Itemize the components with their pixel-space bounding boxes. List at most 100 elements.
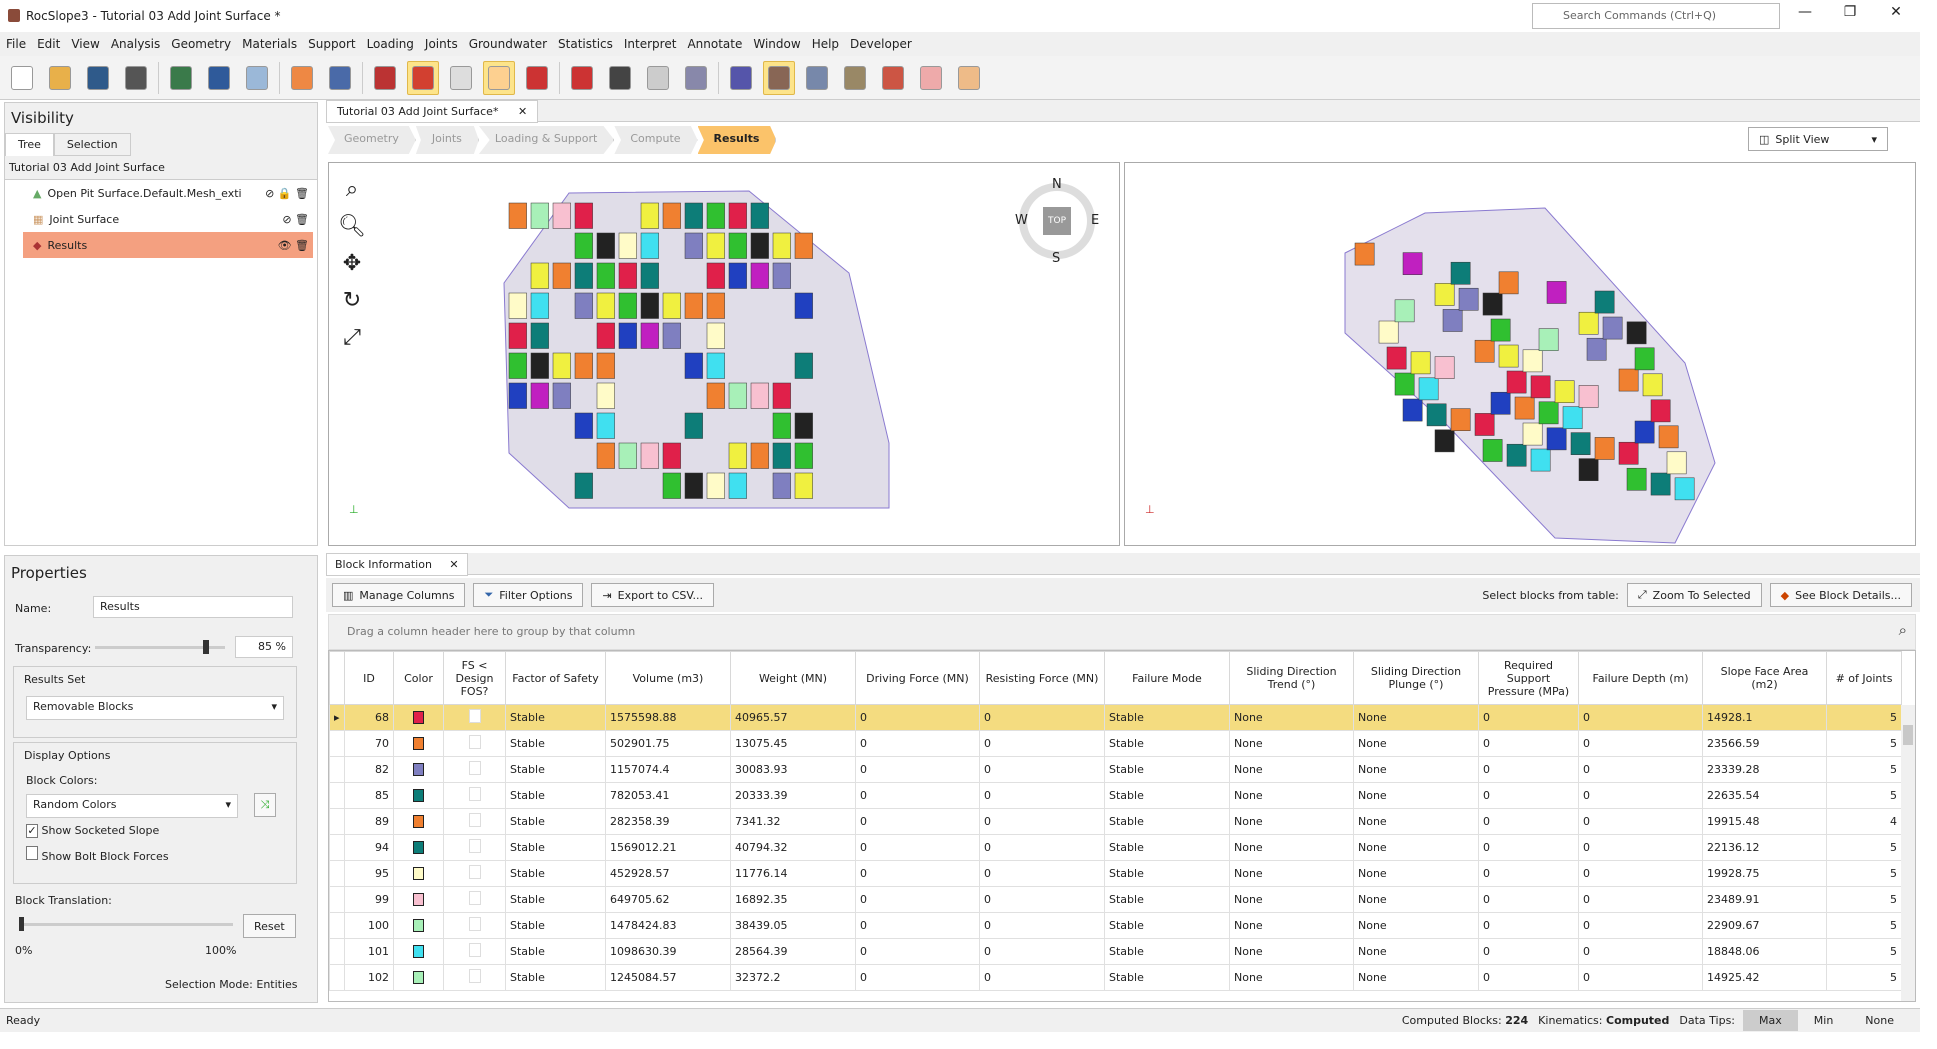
result-block[interactable]	[1522, 349, 1543, 373]
block-info-button[interactable]	[763, 60, 795, 95]
result-block[interactable]	[596, 352, 615, 379]
workflow-step-geometry[interactable]: Geometry	[328, 126, 416, 154]
result-block[interactable]	[750, 262, 769, 289]
result-block[interactable]	[794, 292, 813, 319]
transparency-spinner[interactable]: 85 %	[235, 636, 293, 658]
result-block[interactable]	[1490, 318, 1511, 342]
data-tips-min[interactable]: Min	[1798, 1010, 1850, 1031]
export-csv-button[interactable]: ⇥ Export to CSV...	[591, 583, 714, 607]
result-block[interactable]	[530, 292, 549, 319]
arrow-disabled-button[interactable]	[953, 61, 985, 95]
table-row[interactable]: 89 Stable 282358.39 7341.32 0 0 Stable None None…	[329, 808, 1902, 835]
result-block[interactable]	[574, 352, 593, 379]
result-block[interactable]	[596, 442, 615, 469]
row-selector[interactable]	[329, 886, 345, 913]
image-export-button[interactable]	[324, 61, 356, 95]
menu-interpret[interactable]: Interpret	[624, 37, 677, 51]
result-block[interactable]	[1642, 373, 1663, 397]
result-block[interactable]	[574, 232, 593, 259]
result-block[interactable]	[1394, 372, 1415, 396]
result-block[interactable]	[1474, 413, 1495, 436]
result-block[interactable]	[772, 472, 791, 499]
menu-file[interactable]: File	[6, 37, 26, 51]
result-block[interactable]	[1386, 346, 1407, 370]
deselect-button[interactable]	[566, 61, 598, 95]
result-block[interactable]	[508, 352, 527, 379]
result-block[interactable]	[1402, 398, 1423, 422]
workflow-step-compute[interactable]: Compute	[614, 126, 698, 154]
box-select-button[interactable]	[483, 60, 515, 95]
column-header[interactable]: Color	[393, 651, 444, 705]
menu-geometry[interactable]: Geometry	[171, 37, 231, 51]
result-block[interactable]	[772, 232, 791, 259]
result-block[interactable]	[508, 382, 527, 409]
fs-checkbox[interactable]	[468, 787, 481, 801]
open-folder-button[interactable]	[44, 61, 76, 95]
result-block[interactable]	[706, 322, 725, 349]
menu-edit[interactable]: Edit	[37, 37, 60, 51]
result-block[interactable]	[1634, 347, 1655, 371]
result-block[interactable]	[1498, 271, 1519, 295]
result-block[interactable]	[706, 352, 725, 379]
result-block[interactable]	[596, 292, 615, 319]
result-block[interactable]	[1506, 443, 1527, 467]
delete-block-button[interactable]	[915, 61, 947, 95]
result-block[interactable]	[684, 352, 703, 379]
result-block[interactable]	[574, 412, 593, 439]
undo-button[interactable]	[203, 61, 235, 95]
result-block[interactable]	[794, 232, 813, 259]
result-block[interactable]	[530, 262, 549, 289]
result-block[interactable]	[772, 442, 791, 469]
visibility-eye-icon[interactable]: 👁 🗑	[278, 239, 309, 252]
result-block[interactable]	[1434, 283, 1455, 306]
result-block[interactable]	[794, 352, 813, 379]
result-block[interactable]	[1650, 399, 1671, 423]
menu-annotate[interactable]: Annotate	[687, 37, 742, 51]
results-set-dropdown[interactable]: Removable Blocks ▾	[26, 696, 284, 720]
result-block[interactable]	[552, 352, 571, 379]
visibility-hidden-icon[interactable]: ⊘ 🗑	[282, 213, 309, 226]
result-block[interactable]	[596, 382, 615, 409]
result-block[interactable]	[596, 262, 615, 289]
result-block[interactable]	[684, 412, 703, 439]
tab-tree[interactable]: Tree	[5, 133, 54, 156]
column-header[interactable]: Failure Mode	[1104, 651, 1230, 705]
close-icon[interactable]: ✕	[449, 558, 458, 571]
result-block[interactable]	[750, 382, 769, 409]
search-commands-input[interactable]: Search Commands (Ctrl+Q)	[1532, 3, 1780, 29]
block-move-button[interactable]	[839, 61, 871, 95]
result-block[interactable]	[552, 262, 571, 289]
menu-window[interactable]: Window	[753, 37, 800, 51]
workflow-step-loading-support[interactable]: Loading & Support	[478, 126, 615, 154]
data-tips-none[interactable]: None	[1849, 1010, 1920, 1031]
result-block[interactable]	[728, 202, 747, 229]
column-header[interactable]: Volume (m3)	[605, 651, 731, 705]
fs-checkbox[interactable]	[468, 969, 481, 983]
row-selector[interactable]	[329, 912, 345, 939]
result-block[interactable]	[1442, 309, 1463, 332]
column-header[interactable]: ID	[344, 651, 394, 705]
result-block[interactable]	[1650, 472, 1671, 496]
document-tab[interactable]: Tutorial 03 Add Joint Surface* ✕	[326, 100, 539, 123]
fs-checkbox[interactable]	[468, 839, 481, 853]
result-block[interactable]	[662, 442, 681, 469]
result-block[interactable]	[640, 322, 659, 349]
fs-checkbox[interactable]	[468, 917, 481, 931]
result-block[interactable]	[574, 472, 593, 499]
result-block[interactable]	[1530, 375, 1551, 399]
report-button[interactable]	[165, 61, 197, 95]
result-block[interactable]	[1538, 401, 1559, 425]
workflow-step-results[interactable]: Results	[697, 126, 777, 154]
table-row[interactable]: 70 Stable 502901.75 13075.45 0 0 Stable None Non…	[329, 730, 1902, 757]
restore-button[interactable]: ❐	[1830, 4, 1870, 28]
result-block[interactable]	[1450, 261, 1471, 285]
result-block[interactable]	[1402, 252, 1423, 275]
result-block[interactable]	[552, 202, 571, 229]
result-block[interactable]	[618, 232, 637, 259]
menu-groundwater[interactable]: Groundwater	[469, 37, 547, 51]
viewport-top[interactable]: ⌕ 🔍︎ ✥ ↻ ⤢ TOP N S E W ⊥	[328, 162, 1120, 546]
result-block[interactable]	[684, 472, 703, 499]
zoom-to-selected-button[interactable]: ⤢ Zoom To Selected	[1626, 583, 1762, 607]
block-colors-dropdown[interactable]: Random Colors ▾	[26, 794, 238, 818]
tree-item-joint-surface[interactable]: ▦ Joint Surface ⊘ 🗑	[5, 206, 317, 232]
